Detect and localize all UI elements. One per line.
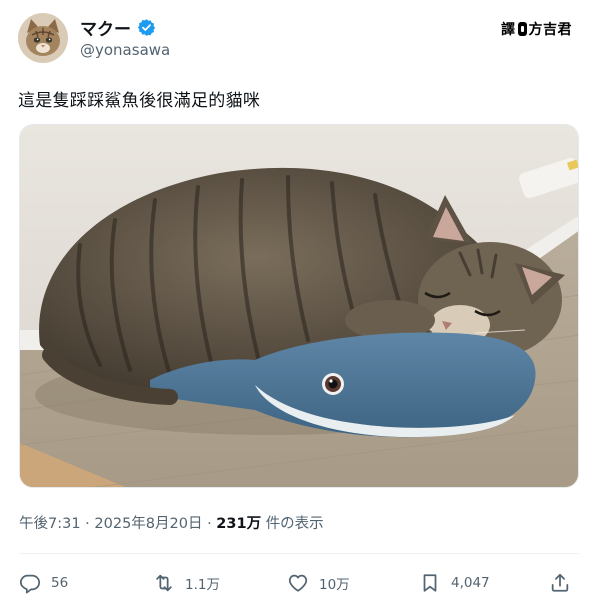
post-time[interactable]: 午後7:31 — [19, 516, 81, 532]
like-count: 10万 — [319, 577, 350, 593]
credit-translate-label: 譯 — [501, 22, 516, 38]
author-handle[interactable]: @yonasawa — [80, 41, 170, 59]
repost-icon — [153, 572, 175, 594]
post-meta: 午後7:31 · 2025年8月20日 · 231万 件の表示 — [19, 512, 324, 533]
like-button[interactable]: 10万 — [287, 566, 350, 600]
bookmark-button[interactable]: 4,047 — [419, 566, 490, 600]
repost-button[interactable]: 1.1万 — [153, 566, 220, 600]
bookmark-icon — [419, 572, 441, 594]
reply-button[interactable]: 56 — [19, 566, 68, 600]
views-label: 件の表示 — [265, 516, 324, 532]
views-count: 231万 — [216, 516, 262, 532]
action-bar: 56 1.1万 10万 4,047 — [19, 566, 579, 600]
meta-separator: · — [207, 516, 217, 532]
author-display-name[interactable]: マクー — [80, 15, 131, 40]
verified-badge-icon — [137, 18, 156, 37]
post-image[interactable] — [19, 124, 579, 488]
heart-icon — [287, 572, 309, 594]
author-name-row[interactable]: マクー — [80, 15, 156, 40]
credit-separator-icon — [517, 22, 527, 36]
repost-count: 1.1万 — [185, 577, 220, 593]
reply-count: 56 — [51, 575, 69, 591]
post-header: マクー @yonasawa 譯 方吉君 — [18, 13, 580, 65]
post-text: 這是隻踩踩鯊魚後很滿足的貓咪 — [18, 91, 261, 111]
bookmark-count: 4,047 — [451, 575, 490, 591]
credit-translator-name: 方吉君 — [528, 22, 572, 38]
post-date[interactable]: 2025年8月20日 — [94, 516, 202, 532]
share-button[interactable] — [549, 566, 571, 600]
share-icon — [549, 572, 571, 594]
divider — [19, 553, 579, 554]
cat-avatar-icon[interactable] — [18, 13, 68, 63]
translator-credit: 譯 方吉君 — [501, 19, 572, 39]
meta-separator: · — [85, 516, 95, 532]
reply-icon — [19, 572, 41, 594]
